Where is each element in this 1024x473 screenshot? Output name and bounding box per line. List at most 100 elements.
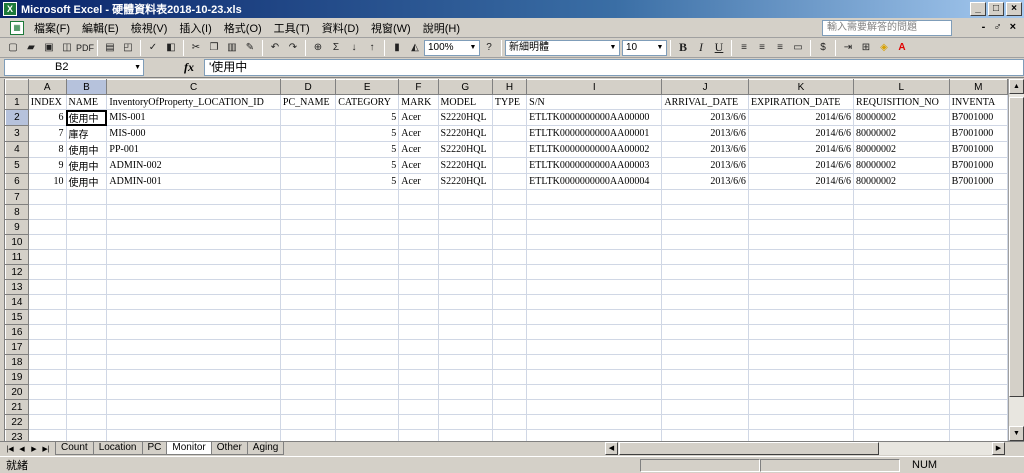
cell[interactable]: ETLTK0000000000AA00001 [526, 125, 663, 142]
cell[interactable]: Acer [398, 157, 439, 174]
cell[interactable] [106, 249, 281, 265]
save-icon[interactable]: ▣ [41, 40, 57, 56]
cell[interactable] [853, 189, 950, 205]
cell[interactable] [853, 324, 950, 340]
cell[interactable] [853, 204, 950, 220]
cell[interactable] [948, 279, 1008, 295]
menu-insert[interactable]: 插入(I) [173, 20, 217, 36]
cell[interactable] [398, 354, 439, 370]
cell[interactable] [106, 294, 281, 310]
cell[interactable] [106, 339, 281, 355]
horizontal-scrollbar[interactable]: ◀ ▶ [605, 442, 1005, 455]
cell[interactable] [27, 429, 67, 441]
cell[interactable]: 5 [335, 157, 400, 174]
cell[interactable] [279, 294, 337, 310]
cell[interactable] [747, 309, 855, 325]
cell[interactable] [491, 249, 528, 265]
column-header[interactable]: E [335, 79, 400, 95]
cell[interactable] [106, 399, 281, 415]
cell[interactable] [948, 189, 1008, 205]
cell[interactable] [279, 173, 337, 190]
fill-color-icon[interactable]: ◈ [876, 40, 892, 56]
spelling-icon[interactable]: ✓ [145, 40, 161, 56]
column-header[interactable]: A [27, 79, 67, 95]
function-icon[interactable]: fx [174, 60, 204, 75]
cell[interactable] [65, 414, 108, 430]
cell[interactable] [437, 204, 493, 220]
cell[interactable] [491, 157, 528, 174]
hyperlink-icon[interactable]: ⊕ [310, 40, 326, 56]
cell[interactable]: PC_NAME [279, 94, 337, 110]
print-preview-icon[interactable]: ◰ [120, 40, 136, 56]
cell[interactable] [398, 309, 439, 325]
cell[interactable] [279, 157, 337, 174]
cell[interactable]: 5 [335, 109, 400, 126]
cell[interactable] [948, 339, 1008, 355]
cell[interactable]: 2014/6/6 [747, 125, 855, 142]
cell[interactable] [398, 189, 439, 205]
cell[interactable] [526, 384, 663, 400]
cell[interactable] [335, 339, 400, 355]
cell[interactable]: MARK [398, 94, 439, 110]
row-header[interactable]: 18 [5, 354, 29, 370]
tab-other[interactable]: Other [210, 442, 248, 455]
cell[interactable] [491, 369, 528, 385]
align-right-icon[interactable]: ≡ [772, 40, 788, 56]
cell[interactable]: EXPIRATION_DATE [747, 94, 855, 110]
cell[interactable]: 80000002 [853, 157, 950, 174]
cell[interactable] [491, 354, 528, 370]
sort-descending-icon[interactable]: ↑ [364, 40, 380, 56]
row-header[interactable]: 9 [5, 219, 29, 235]
name-box[interactable]: B2 ▼ [4, 59, 144, 76]
open-folder-icon[interactable]: ▰ [23, 40, 39, 56]
cell[interactable] [27, 339, 67, 355]
row-header[interactable]: 10 [5, 234, 29, 250]
cell[interactable]: ADMIN-001 [106, 173, 281, 190]
help-icon[interactable]: ? [481, 40, 497, 56]
cell[interactable] [747, 249, 855, 265]
cell[interactable]: S2220HQL [437, 173, 493, 190]
doc-minimize-button[interactable]: - [982, 21, 986, 33]
cell[interactable] [491, 339, 528, 355]
horizontal-scroll-thumb[interactable] [619, 442, 879, 455]
cell[interactable] [27, 204, 67, 220]
cell[interactable] [747, 384, 855, 400]
column-header[interactable]: I [526, 79, 663, 95]
cell[interactable] [279, 399, 337, 415]
cell[interactable]: 庫存 [65, 125, 108, 142]
cell[interactable] [335, 219, 400, 235]
cell[interactable]: 2013/6/6 [661, 109, 749, 126]
cell[interactable] [106, 204, 281, 220]
cell[interactable] [437, 279, 493, 295]
cell[interactable] [27, 249, 67, 265]
row-header[interactable]: 11 [5, 249, 29, 265]
cell[interactable] [747, 264, 855, 280]
merge-center-icon[interactable]: ▭ [790, 40, 806, 56]
cell[interactable] [661, 294, 749, 310]
cell[interactable]: ARRIVAL_DATE [661, 94, 749, 110]
cell[interactable] [335, 249, 400, 265]
cell[interactable]: 7 [27, 125, 67, 142]
cell[interactable] [279, 234, 337, 250]
cell[interactable] [853, 399, 950, 415]
maximize-button[interactable]: □ [988, 2, 1004, 16]
cell[interactable]: 5 [335, 173, 400, 190]
cell[interactable]: 2014/6/6 [747, 109, 855, 126]
menu-data[interactable]: 資料(D) [316, 20, 365, 36]
column-header[interactable]: D [279, 79, 337, 95]
scroll-left-icon[interactable]: ◀ [605, 442, 618, 455]
scroll-down-icon[interactable]: ▼ [1009, 426, 1024, 441]
cell[interactable] [65, 234, 108, 250]
vertical-scroll-thumb[interactable] [1009, 97, 1024, 397]
cell[interactable]: 使用中 [65, 141, 108, 158]
tab-location[interactable]: Location [92, 442, 143, 455]
cell[interactable] [106, 384, 281, 400]
cell[interactable] [106, 414, 281, 430]
cell[interactable] [437, 384, 493, 400]
cell[interactable] [948, 309, 1008, 325]
cell[interactable] [437, 354, 493, 370]
row-header[interactable]: 13 [5, 279, 29, 295]
menu-format[interactable]: 格式(O) [218, 20, 268, 36]
copy-icon[interactable]: ❐ [206, 40, 222, 56]
cell[interactable] [279, 414, 337, 430]
